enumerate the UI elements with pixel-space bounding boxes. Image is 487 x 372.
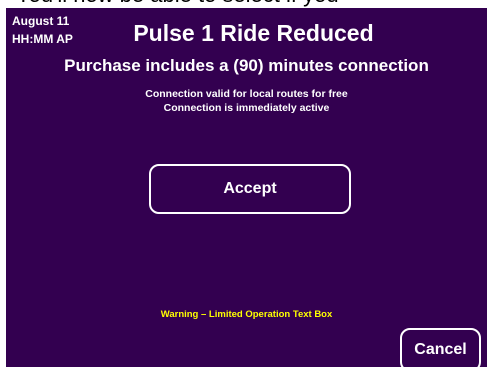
warning-text-box: Warning – Limited Operation Text Box bbox=[160, 309, 333, 320]
page-subtitle: Purchase includes a (90) minutes connect… bbox=[64, 56, 429, 75]
accept-button-label: Accept bbox=[223, 180, 277, 197]
cropped-header-label: You'll now be able to select if you bbox=[16, 0, 339, 8]
page-title: Pulse 1 Ride Reduced bbox=[133, 20, 374, 46]
cropped-header-text: You'll now be able to select if you bbox=[0, 0, 487, 8]
accept-button[interactable]: Accept bbox=[149, 164, 351, 214]
kiosk-screen: August 11 HH:MM AP Pulse 1 Ride Reduced … bbox=[6, 8, 487, 372]
info-line-active: Connection is immediately active bbox=[163, 102, 330, 114]
info-line-validity: Connection valid for local routes for fr… bbox=[145, 88, 348, 100]
cancel-button[interactable]: Cancel bbox=[400, 328, 481, 372]
cancel-button-label: Cancel bbox=[414, 341, 467, 358]
